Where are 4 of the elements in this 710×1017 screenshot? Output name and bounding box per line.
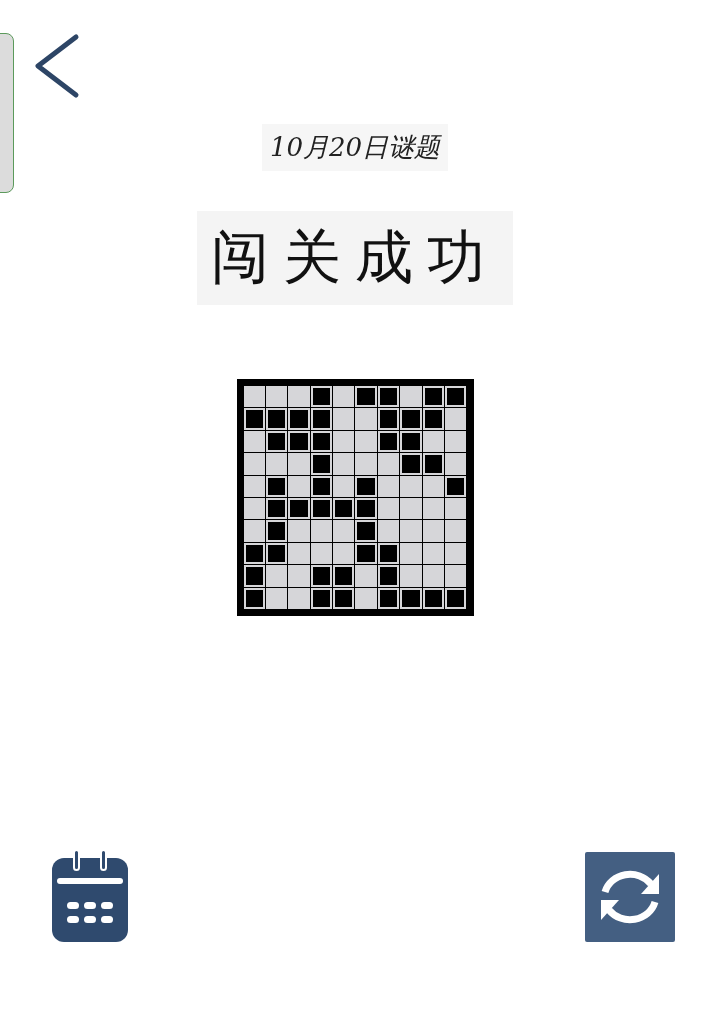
success-title: 闯关成功 [197, 211, 513, 305]
calendar-icon[interactable] [52, 850, 128, 942]
refresh-button[interactable] [585, 852, 675, 942]
puzzle-date-title: 10月20日谜题 [261, 124, 449, 171]
